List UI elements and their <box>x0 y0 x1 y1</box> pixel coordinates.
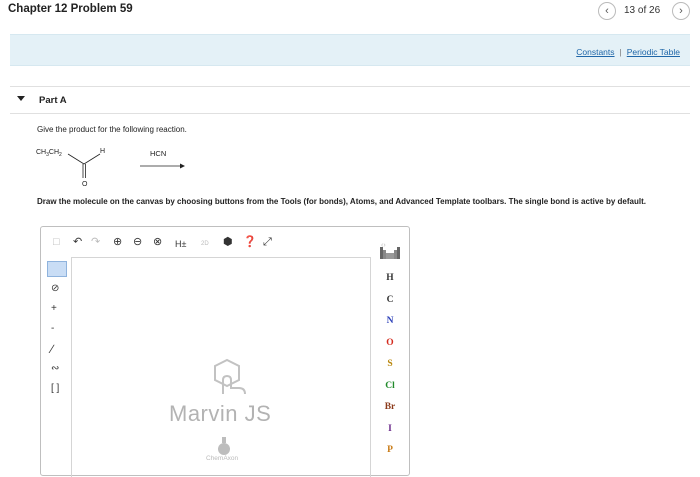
fullscreen-icon[interactable]: ⤢ <box>263 235 272 249</box>
increase-charge-icon[interactable]: + <box>51 303 57 315</box>
atom-button-n[interactable]: N <box>383 316 397 326</box>
zoom-in-icon[interactable]: ⊕ <box>113 235 122 249</box>
marvin-logo-icon <box>214 358 246 395</box>
reactant-h-label: H <box>100 148 105 155</box>
2d-clean-icon[interactable]: 2D <box>201 237 209 251</box>
rectangle-select-icon[interactable] <box>47 261 67 277</box>
chain-icon[interactable]: ∾ <box>51 363 59 375</box>
bond-right <box>83 153 101 165</box>
resource-links: Constants | Periodic Table <box>576 47 680 57</box>
new-document-icon[interactable]: □ <box>53 235 60 249</box>
reactant-o-label: O <box>82 181 88 188</box>
atom-button-h[interactable]: H <box>383 273 397 283</box>
atom-button-br[interactable]: Br <box>383 402 397 412</box>
zoom-out-icon[interactable]: ⊖ <box>133 235 142 249</box>
constants-link[interactable]: Constants <box>576 47 614 57</box>
atom-button-cl[interactable]: Cl <box>383 381 397 391</box>
chemaxon-logo-icon <box>218 437 230 455</box>
marvin-watermark: Marvin JS <box>169 401 272 426</box>
page-title: Chapter 12 Problem 59 <box>8 3 133 15</box>
page-header: Chapter 12 Problem 59 ‹ 13 of 26 › <box>0 0 700 28</box>
explicit-h-icon[interactable]: H± <box>175 237 186 251</box>
instructions-text: Draw the molecule on the canvas by choos… <box>37 197 646 206</box>
reagent-label: HCN <box>150 149 167 158</box>
help-icon[interactable]: ❓ <box>243 235 257 249</box>
redo-icon[interactable]: ↷ <box>91 235 100 249</box>
question-text: Give the product for the following react… <box>37 125 187 134</box>
periodic-table-link[interactable]: Periodic Table <box>627 47 680 57</box>
chevron-right-icon[interactable]: › <box>672 2 690 20</box>
editor-top-toolbar: □ ↶ ↷ ⊕ ⊖ ⊗ H± 2D ⬢ ❓ ⤢ ‹› <box>41 227 409 257</box>
bond-left <box>67 153 85 165</box>
arrow-head <box>180 163 185 169</box>
editor-left-toolbar: ⊘ + - ∕ ∾ [ ] <box>41 257 71 477</box>
part-a-label: Part A <box>39 95 67 106</box>
atom-button-s[interactable]: S <box>383 359 397 369</box>
periodic-table-icon[interactable] <box>380 247 400 259</box>
resource-link-bar: Constants | Periodic Table <box>10 34 690 66</box>
atom-button-c[interactable]: C <box>383 295 397 305</box>
chevron-left-icon[interactable]: ‹ <box>598 2 616 20</box>
atoms-toolbar: H C N O S Cl Br I P <box>371 241 409 477</box>
caret-down-icon[interactable] <box>17 96 25 101</box>
decrease-charge-icon[interactable]: - <box>51 323 54 335</box>
pager-text: 13 of 26 <box>624 5 661 16</box>
eraser-icon[interactable]: ⊘ <box>51 283 59 295</box>
part-a-header[interactable]: Part A <box>10 86 690 114</box>
atom-button-o[interactable]: O <box>383 338 397 348</box>
marvin-editor[interactable]: □ ↶ ↷ ⊕ ⊖ ⊗ H± 2D ⬢ ❓ ⤢ ‹› ⊘ + - ∕ ∾ [ ]… <box>40 226 410 477</box>
info-icon[interactable]: ⬢ <box>223 235 233 249</box>
undo-icon[interactable]: ↶ <box>73 235 82 249</box>
single-bond-icon[interactable]: ∕ <box>51 343 53 355</box>
reaction-scheme: CH3CH2 H O <box>36 148 185 188</box>
chemaxon-brand: ChemAxon <box>206 455 239 462</box>
link-separator: | <box>619 47 622 57</box>
atom-button-p[interactable]: P <box>383 445 397 455</box>
reactant-ethyl-label: CH3CH2 <box>36 149 62 158</box>
atom-button-i[interactable]: I <box>383 424 397 434</box>
bracket-icon[interactable]: [ ] <box>51 383 59 395</box>
zoom-reset-icon[interactable]: ⊗ <box>153 235 162 249</box>
